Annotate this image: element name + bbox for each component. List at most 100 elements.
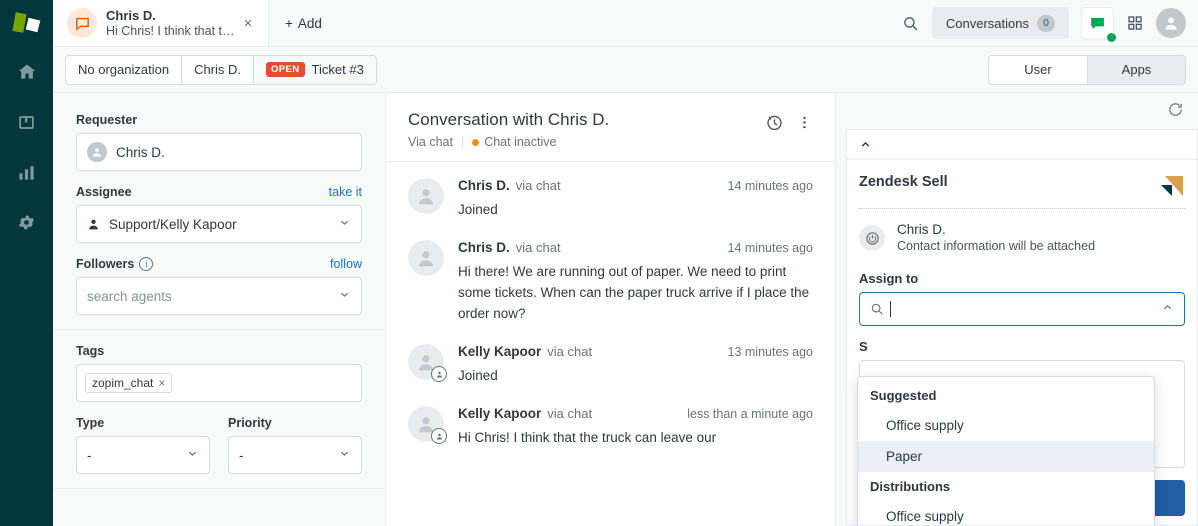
add-label: Add — [298, 16, 322, 31]
message-time: 14 minutes ago — [718, 241, 813, 255]
conversations-count: 0 — [1037, 15, 1055, 32]
message-item: Kelly Kapoor via chat 13 minutes ago Joi… — [408, 344, 813, 386]
via-label: Via chat — [408, 135, 453, 149]
tags-field: Tags zopim_chat × — [76, 344, 362, 402]
assign-to-search-input[interactable] — [859, 292, 1185, 326]
dropdown-item-office-supply[interactable]: Office supply — [858, 410, 1154, 441]
online-dot — [1106, 32, 1117, 43]
ticket-properties-pane: Requester Chris D. Assignee take it — [53, 93, 386, 526]
sell-contact-note: Contact information will be attached — [897, 238, 1095, 255]
message-author: Chris D. — [458, 240, 510, 255]
zendesk-logo[interactable] — [0, 0, 53, 47]
message-channel: via chat — [516, 240, 561, 255]
close-icon[interactable]: × — [158, 376, 165, 390]
status-badge: OPEN — [266, 62, 305, 77]
message-time: 13 minutes ago — [718, 345, 813, 359]
chat-status-text: Chat inactive — [484, 135, 556, 149]
priority-value: - — [239, 448, 244, 463]
gear-icon[interactable] — [0, 197, 53, 247]
message-text: Hi there! We are running out of paper. W… — [458, 261, 813, 324]
requester-label: Requester — [76, 113, 362, 127]
chevron-down-icon — [338, 447, 351, 463]
more-vertical-icon[interactable] — [796, 114, 813, 134]
message-list: Chris D. via chat 14 minutes ago Joined — [386, 162, 835, 526]
tag-text: zopim_chat — [92, 376, 153, 390]
type-field: Type - — [76, 416, 210, 474]
chat-status: Chat inactive — [472, 135, 556, 149]
tab-apps[interactable]: Apps — [1087, 56, 1185, 84]
message-channel: via chat — [547, 344, 592, 359]
chevron-up-icon[interactable] — [1161, 301, 1174, 317]
dropdown-group-label: Distributions — [858, 472, 1154, 501]
add-tab-button[interactable]: + Add — [269, 0, 338, 46]
reporting-icon[interactable] — [0, 147, 53, 197]
conversations-button[interactable]: Conversations 0 — [932, 7, 1069, 39]
followers-input[interactable]: search agents — [76, 277, 362, 315]
type-priority-row: Type - Priority - — [76, 416, 362, 474]
refresh-icon[interactable] — [1167, 101, 1184, 121]
requester-value: Chris D. — [116, 145, 165, 160]
history-clock-icon[interactable] — [765, 113, 784, 135]
follow-link[interactable]: follow — [330, 257, 362, 271]
message-author: Chris D. — [458, 178, 510, 193]
main-area: Chris D. Hi Chris! I think that th... × … — [53, 0, 1198, 526]
agent-badge-icon — [431, 366, 447, 382]
app-card: Zendesk Sell — [846, 129, 1198, 526]
followers-placeholder: search agents — [87, 289, 172, 304]
chat-status-button[interactable] — [1081, 7, 1114, 40]
left-nav — [0, 0, 53, 526]
tags-input[interactable]: zopim_chat × — [76, 364, 362, 402]
avatar — [87, 142, 107, 162]
body: Requester Chris D. Assignee take it — [53, 93, 1198, 526]
message-text: Joined — [458, 365, 813, 386]
search-icon — [870, 302, 884, 316]
chevron-down-icon — [338, 288, 351, 304]
dropdown-item-paper[interactable]: Paper — [858, 441, 1154, 472]
grid-icon[interactable] — [1120, 8, 1150, 38]
conversation-meta: Via chat | Chat inactive — [408, 135, 765, 149]
meta-separator: | — [461, 135, 464, 149]
followers-label-text: Followers — [76, 257, 134, 271]
message-time: less than a minute ago — [677, 407, 813, 421]
take-it-link[interactable]: take it — [329, 185, 362, 199]
assignee-select[interactable]: Support/Kelly Kapoor — [76, 205, 362, 243]
priority-select[interactable]: - — [228, 436, 362, 474]
ticket-tab[interactable]: Chris D. Hi Chris! I think that th... × — [53, 0, 269, 46]
type-select[interactable]: - — [76, 436, 210, 474]
page-title: Conversation with Chris D. — [408, 109, 765, 131]
divider — [53, 488, 385, 489]
conversation-pane: Conversation with Chris D. Via chat | Ch… — [386, 93, 836, 526]
sell-contact: Chris D. Contact information will be att… — [859, 221, 1185, 255]
avatar — [408, 344, 444, 380]
priority-label: Priority — [228, 416, 362, 430]
app-root: Chris D. Hi Chris! I think that th... × … — [0, 0, 1198, 526]
dropdown-item-office-supply[interactable]: Office supply — [858, 501, 1154, 526]
message-item: Kelly Kapoor via chat less than a minute… — [408, 406, 813, 448]
chevron-down-icon — [186, 447, 199, 463]
message-channel: via chat — [516, 178, 561, 193]
requester-input[interactable]: Chris D. — [76, 133, 362, 171]
info-icon[interactable]: i — [139, 257, 153, 271]
message-text: Hi Chris! I think that the truck can lea… — [458, 427, 813, 448]
tag-chip[interactable]: zopim_chat × — [85, 373, 172, 393]
assign-to-dropdown: Suggested Office supply Paper Distributi… — [857, 376, 1155, 526]
message-channel: via chat — [547, 406, 592, 421]
breadcrumb: No organization Chris D. OPEN Ticket #3 — [65, 55, 377, 85]
breadcrumb-ticket[interactable]: OPEN Ticket #3 — [254, 56, 376, 84]
user-avatar-icon[interactable] — [1156, 8, 1186, 38]
top-bar: Chris D. Hi Chris! I think that th... × … — [53, 0, 1198, 47]
search-icon[interactable] — [896, 8, 926, 38]
agent-badge-icon — [431, 428, 447, 444]
tab-subtitle: Hi Chris! I think that th... — [106, 23, 238, 39]
views-icon[interactable] — [0, 97, 53, 147]
collapse-toggle[interactable] — [847, 130, 1197, 160]
ticket-label: Ticket #3 — [312, 62, 364, 77]
tab-user[interactable]: User — [989, 56, 1087, 84]
breadcrumb-organization[interactable]: No organization — [66, 56, 182, 84]
close-icon[interactable]: × — [238, 13, 258, 33]
sell-contact-name: Chris D. — [897, 221, 1095, 238]
message-time: 14 minutes ago — [718, 179, 813, 193]
home-icon[interactable] — [0, 47, 53, 97]
assignee-field: Assignee take it Support/Kelly Kapoor — [76, 185, 362, 243]
breadcrumb-user[interactable]: Chris D. — [182, 56, 254, 84]
